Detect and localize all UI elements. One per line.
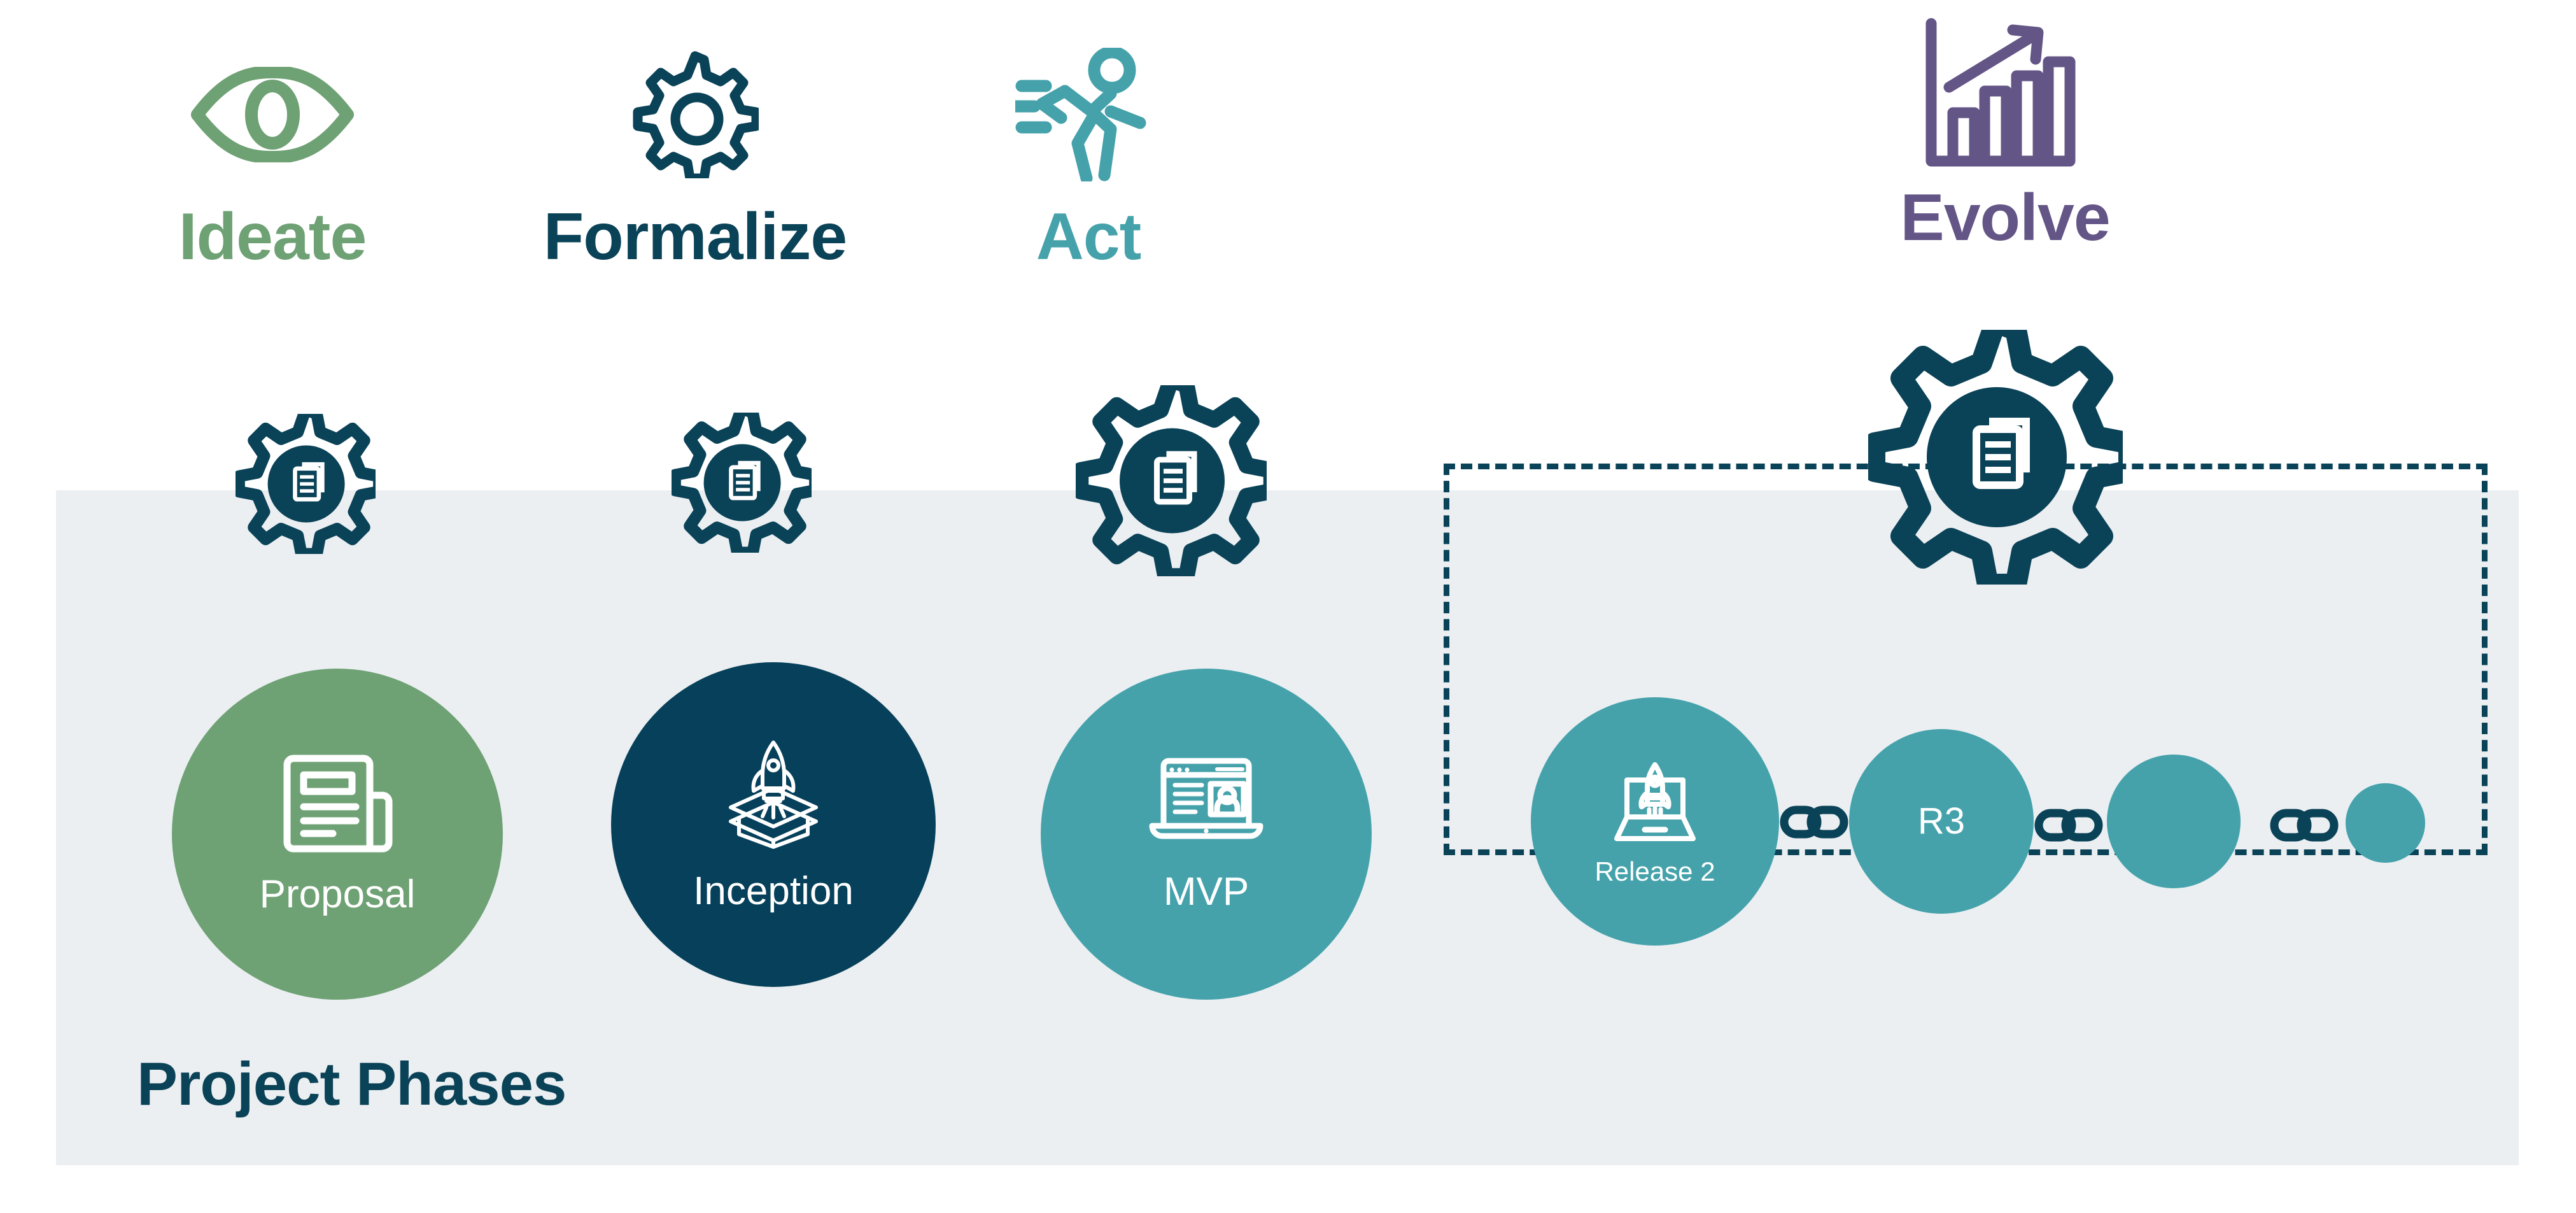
phase-heading-act: Act [955,25,1222,270]
chain-link-icon [2270,809,2339,842]
chain-link-icon [1780,805,1848,839]
phase-heading-evolve: Evolve [1852,6,2158,251]
milestone-label-release3: R3 [1917,800,1966,842]
gear-documents-icon [233,404,385,560]
milestone-label-release2: Release 2 [1594,856,1715,886]
diagram-canvas: Ideate Formalize Act Evolve Proposal Inc… [0,0,2576,1213]
browser-laptop-icon [1148,757,1264,849]
chain-link-connector-2 [2034,799,2104,850]
eye-icon [190,25,355,204]
milestone-label-mvp: MVP [1163,869,1249,914]
gear-badge-evolve [1864,311,2140,595]
phase-label-formalize: Formalize [543,200,847,274]
phase-label-ideate: Ideate [178,200,367,274]
newspaper-icon [282,755,393,853]
milestone-release2[interactable]: Release 2 [1531,697,1779,946]
panel-caption: Project Phases [137,1050,567,1118]
phase-label-evolve: Evolve [1900,181,2110,255]
milestone-release5[interactable] [2346,783,2425,863]
rocket-laptop-icon [1610,758,1700,844]
gear-badge-inception [669,402,821,559]
chain-link-icon [2034,809,2103,842]
gear-badge-mvp [1072,371,1280,585]
milestone-inception[interactable]: Inception [611,662,936,987]
gear-outline-icon [631,25,759,204]
gear-documents-icon [1864,311,2140,595]
milestone-label-proposal: Proposal [259,872,416,916]
chain-link-connector-3 [2269,799,2339,850]
gear-documents-icon [1072,371,1280,585]
milestone-proposal[interactable]: Proposal [172,669,503,1000]
milestone-release4[interactable] [2107,755,2241,888]
milestone-mvp[interactable]: MVP [1041,669,1372,1000]
rocket-box-icon [718,739,829,850]
gear-documents-icon [669,402,821,559]
running-person-icon [1015,25,1162,204]
milestone-release3[interactable]: R3 [1849,729,2034,914]
chain-link-connector-1 [1779,796,1849,847]
phase-label-act: Act [1036,200,1142,274]
gear-badge-proposal [233,404,385,560]
milestone-label-inception: Inception [693,869,854,913]
phase-heading-formalize: Formalize [542,25,848,270]
phase-heading-ideate: Ideate [139,25,406,270]
growth-bar-chart-icon [1922,6,2088,185]
